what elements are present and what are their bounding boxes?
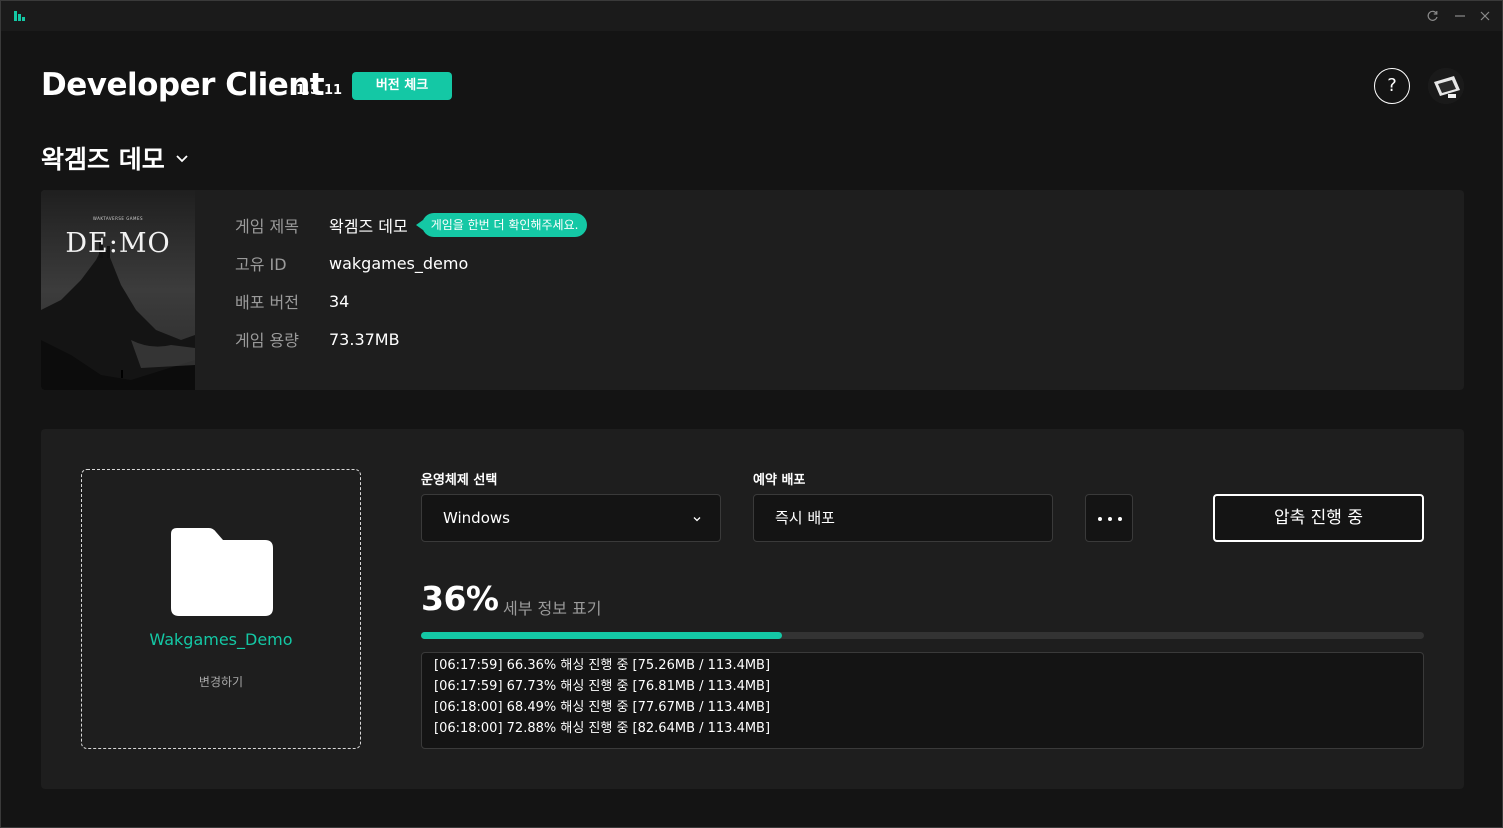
game-selector-label: 왁겜즈 데모 bbox=[41, 145, 165, 174]
log-output[interactable]: [06:17:59] 66.36% 해싱 진행 중 [75.26MB / 113… bbox=[421, 652, 1424, 749]
chevron-down-icon bbox=[176, 155, 188, 163]
refresh-icon[interactable] bbox=[1424, 7, 1442, 25]
folder-dropzone[interactable]: Wakgames_Demo 변경하기 bbox=[81, 469, 361, 749]
more-options-button[interactable] bbox=[1085, 494, 1133, 542]
info-label: 배포 버전 bbox=[235, 293, 299, 312]
schedule-label: 예약 배포 bbox=[753, 473, 806, 488]
folder-name: Wakgames_Demo bbox=[149, 630, 293, 649]
os-select[interactable]: Windows bbox=[421, 494, 721, 542]
log-line: [06:18:00] 72.88% 해싱 진행 중 [82.64MB / 113… bbox=[434, 721, 771, 736]
info-row-version: 배포 버전 34 bbox=[235, 289, 349, 313]
version-check-button[interactable]: 버전 체크 bbox=[352, 72, 452, 100]
os-select-value: Windows bbox=[443, 509, 510, 527]
schedule-value: 즉시 배포 bbox=[775, 509, 835, 527]
progress-percent: 36% bbox=[421, 579, 499, 618]
info-label: 게임 용량 bbox=[235, 331, 299, 350]
info-label: 고유 ID bbox=[235, 255, 287, 274]
chevron-down-icon bbox=[693, 517, 701, 522]
change-folder-link[interactable]: 변경하기 bbox=[82, 673, 360, 690]
help-button[interactable]: ? bbox=[1374, 68, 1410, 104]
cover-title-text: DE:MO bbox=[65, 228, 171, 259]
close-icon[interactable] bbox=[1476, 7, 1494, 25]
info-row-size: 게임 용량 73.37MB bbox=[235, 327, 400, 351]
game-selector-dropdown[interactable]: 왁겜즈 데모 bbox=[41, 141, 189, 175]
info-row-title: 게임 제목 왁겜즈 데모 게임을 한번 더 확인해주세요. bbox=[235, 213, 588, 237]
game-info-card: WAKTAVERSE GAMES DE:MO 게임 제목 왁겜즈 데모 게임을 … bbox=[41, 190, 1464, 390]
minimize-icon[interactable] bbox=[1451, 7, 1469, 25]
detail-toggle[interactable]: 세부 정보 표기 bbox=[503, 595, 602, 619]
more-dots-icon bbox=[1098, 517, 1102, 521]
cover-studio-text: WAKTAVERSE GAMES bbox=[92, 216, 144, 221]
compress-status-button[interactable]: 압축 진행 중 bbox=[1213, 494, 1424, 542]
avatar-image-icon bbox=[1428, 68, 1464, 104]
title-bar bbox=[1, 1, 1502, 31]
info-value: wakgames_demo bbox=[329, 253, 469, 273]
info-label: 게임 제목 bbox=[235, 217, 299, 236]
confirm-notice-badge: 게임을 한번 더 확인해주세요. bbox=[415, 213, 588, 237]
progress-bar bbox=[421, 632, 1424, 639]
log-line: [06:17:59] 67.73% 해싱 진행 중 [76.81MB / 113… bbox=[434, 679, 771, 694]
info-value: 73.37MB bbox=[329, 329, 400, 349]
deploy-panel: Wakgames_Demo 변경하기 운영체제 선택 Windows 예약 배포… bbox=[41, 429, 1464, 789]
log-line: [06:18:00] 68.49% 해싱 진행 중 [77.67MB / 113… bbox=[434, 700, 771, 715]
app-logo-icon bbox=[14, 11, 25, 21]
avatar[interactable] bbox=[1428, 68, 1464, 104]
folder-icon bbox=[171, 528, 273, 616]
app-version: 1.5.11 bbox=[296, 83, 343, 98]
game-cover-image: WAKTAVERSE GAMES DE:MO bbox=[41, 190, 195, 390]
progress-bar-fill bbox=[421, 632, 783, 639]
more-dots-icon bbox=[1108, 517, 1112, 521]
more-dots-icon bbox=[1118, 517, 1122, 521]
info-value: 왁겜즈 데모 bbox=[329, 217, 408, 236]
info-row-id: 고유 ID wakgames_demo bbox=[235, 251, 468, 275]
os-select-label: 운영체제 선택 bbox=[421, 473, 498, 488]
schedule-select[interactable]: 즉시 배포 bbox=[753, 494, 1053, 542]
app-title: Developer Client bbox=[41, 67, 325, 103]
log-line: [06:17:59] 66.36% 해싱 진행 중 [75.26MB / 113… bbox=[434, 658, 771, 673]
app-window: Developer Client 1.5.11 버전 체크 ? 왁겜즈 데모 W… bbox=[0, 0, 1503, 828]
info-value: 34 bbox=[329, 291, 350, 311]
